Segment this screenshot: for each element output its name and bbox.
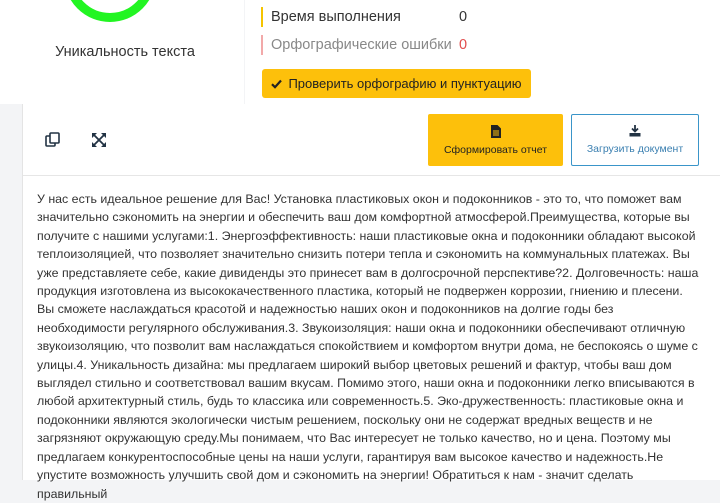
generate-report-button[interactable]: Сформировать отчет [428,114,563,166]
expand-icon[interactable] [89,130,109,150]
document-icon [490,124,501,138]
uniqueness-panel: Уникальность текста [0,0,244,104]
text-content[interactable]: У нас есть идеальное решение для Вас! Ус… [37,190,703,503]
upload-document-button[interactable]: Загрузить документ [571,114,699,166]
copy-icon[interactable] [43,130,63,150]
execution-time-label: Время выполнения [271,9,401,25]
execution-time-value: 0 [459,9,468,25]
execution-time-row: Время выполнения 0 [261,7,467,27]
check-icon [271,79,283,89]
editor-toolbar: Сформировать отчет Загрузить документ [23,104,720,176]
generate-report-label: Сформировать отчет [443,143,548,156]
upload-document-label: Загрузить документ [586,143,684,155]
check-spelling-button[interactable]: Проверить орфографию и пунктуацию [262,69,531,98]
spelling-errors-value: 0 [459,37,468,53]
spelling-errors-label: Орфографические ошибки [271,37,452,53]
download-icon [629,125,641,137]
spelling-errors-row: Орфографические ошибки 0 [261,35,467,55]
check-spelling-label: Проверить орфографию и пунктуацию [288,76,522,91]
uniqueness-label: Уникальность текста [55,44,195,60]
text-editor: Сформировать отчет Загрузить документ У … [22,104,720,501]
uniqueness-gauge [64,0,156,22]
